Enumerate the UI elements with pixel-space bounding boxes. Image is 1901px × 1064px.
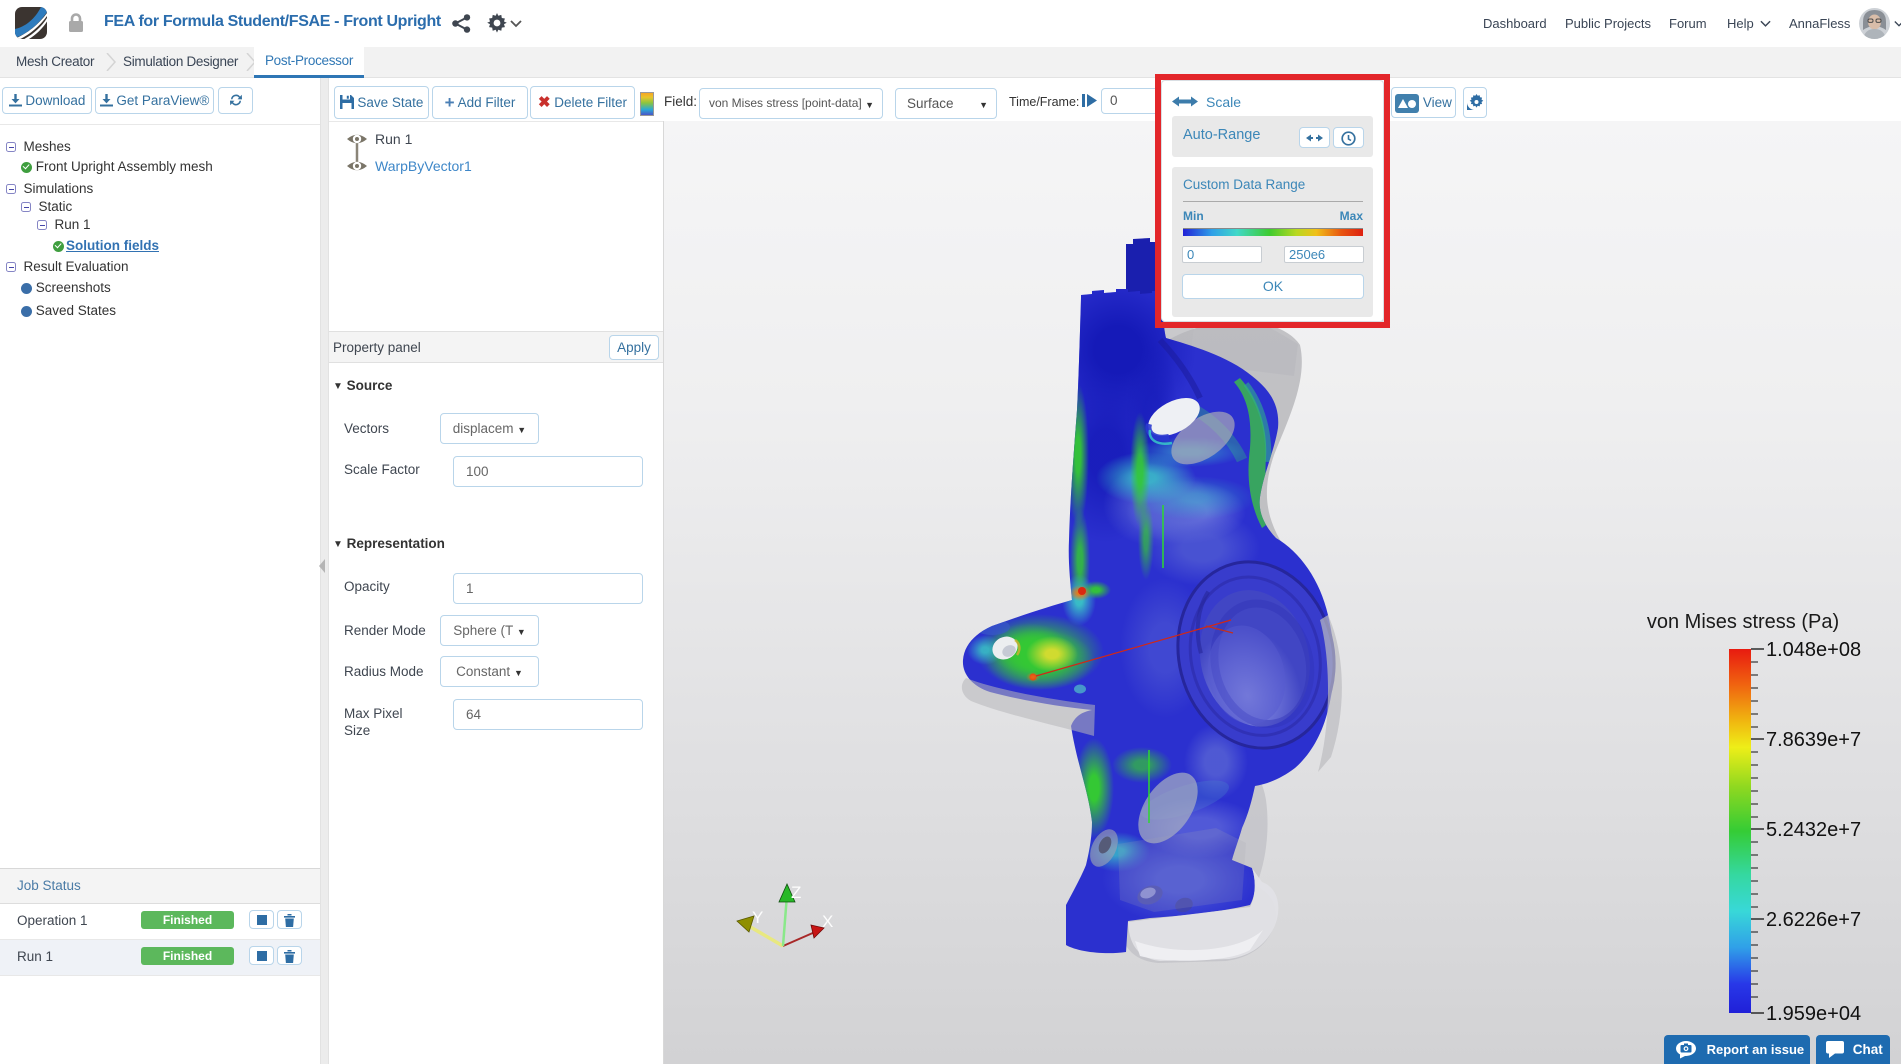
svg-text:WarpByVector1: WarpByVector1 [375,158,472,174]
svg-text:X: X [822,912,833,931]
svg-text:Y: Y [752,908,763,927]
svg-text:5.2432e+7: 5.2432e+7 [1766,819,1861,841]
svg-text:1.959e+04: 1.959e+04 [1766,1003,1861,1025]
svg-text:Z: Z [791,883,801,902]
svg-text:7.8639e+7: 7.8639e+7 [1766,729,1861,751]
svg-text:2.6226e+7: 2.6226e+7 [1766,909,1861,931]
svg-text:1.048e+08: 1.048e+08 [1766,639,1861,661]
svg-text:Run 1: Run 1 [375,131,413,147]
